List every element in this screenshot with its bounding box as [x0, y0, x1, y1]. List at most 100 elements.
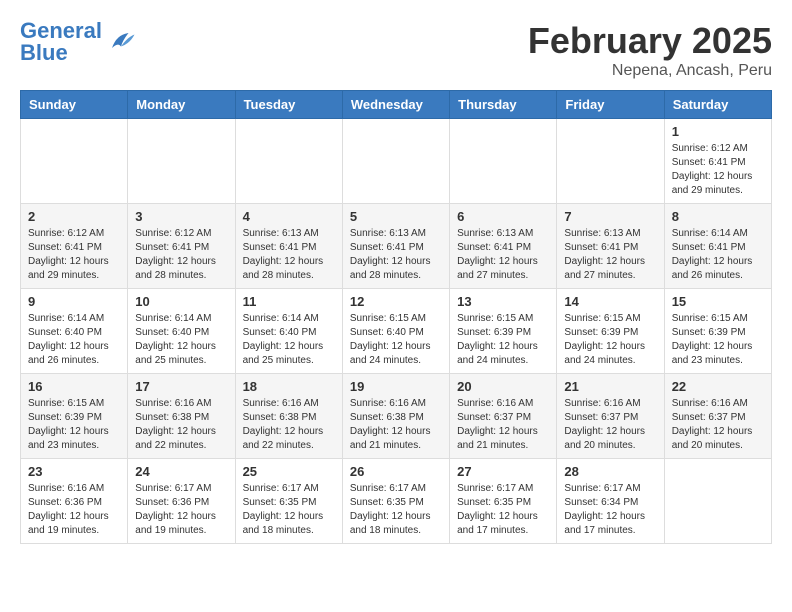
day-info: Sunrise: 6:15 AM Sunset: 6:39 PM Dayligh…: [672, 312, 764, 368]
day-number: 4: [243, 209, 335, 224]
day-number: 7: [564, 209, 656, 224]
day-number: 16: [28, 379, 120, 394]
day-info: Sunrise: 6:16 AM Sunset: 6:37 PM Dayligh…: [564, 397, 656, 453]
day-number: 25: [243, 464, 335, 479]
day-number: 24: [135, 464, 227, 479]
col-tuesday: Tuesday: [235, 91, 342, 119]
day-number: 15: [672, 294, 764, 309]
table-row: 15 Sunrise: 6:15 AM Sunset: 6:39 PM Dayli…: [664, 289, 771, 374]
day-info: Sunrise: 6:15 AM Sunset: 6:39 PM Dayligh…: [564, 312, 656, 368]
day-number: 17: [135, 379, 227, 394]
logo-blue: Blue: [20, 40, 68, 65]
day-info: Sunrise: 6:15 AM Sunset: 6:40 PM Dayligh…: [350, 312, 442, 368]
calendar-table: Sunday Monday Tuesday Wednesday Thursday…: [20, 90, 772, 544]
table-row: 22Sunrise: 6:16 AM Sunset: 6:37 PM Dayli…: [664, 374, 771, 459]
day-number: 9: [28, 294, 120, 309]
calendar-week-3: 9 Sunrise: 6:14 AM Sunset: 6:40 PM Daylig…: [21, 289, 772, 374]
table-row: 19 Sunrise: 6:16 AM Sunset: 6:38 PM Dayli…: [342, 374, 449, 459]
day-info: Sunrise: 6:13 AM Sunset: 6:41 PM Dayligh…: [350, 227, 442, 283]
day-number: 8: [672, 209, 764, 224]
day-info: Sunrise: 6:17 AM Sunset: 6:35 PM Dayligh…: [350, 482, 442, 538]
table-row: 14Sunrise: 6:15 AM Sunset: 6:39 PM Dayli…: [557, 289, 664, 374]
col-saturday: Saturday: [664, 91, 771, 119]
day-number: 1: [672, 124, 764, 139]
day-info: Sunrise: 6:17 AM Sunset: 6:35 PM Dayligh…: [243, 482, 335, 538]
col-friday: Friday: [557, 91, 664, 119]
day-number: 18: [243, 379, 335, 394]
day-info: Sunrise: 6:16 AM Sunset: 6:38 PM Dayligh…: [350, 397, 442, 453]
table-row: 25 Sunrise: 6:17 AM Sunset: 6:35 PM Dayli…: [235, 459, 342, 544]
day-number: 2: [28, 209, 120, 224]
table-row: 2Sunrise: 6:12 AM Sunset: 6:41 PM Daylig…: [21, 204, 128, 289]
title-block: February 2025 Nepena, Ancash, Peru: [528, 20, 772, 80]
day-number: 12: [350, 294, 442, 309]
day-number: 3: [135, 209, 227, 224]
table-row: 1 Sunrise: 6:12 AM Sunset: 6:41 PM Daylig…: [664, 119, 771, 204]
day-info: Sunrise: 6:17 AM Sunset: 6:35 PM Dayligh…: [457, 482, 549, 538]
day-number: 26: [350, 464, 442, 479]
table-row: 3 Sunrise: 6:12 AM Sunset: 6:41 PM Daylig…: [128, 204, 235, 289]
day-number: 27: [457, 464, 549, 479]
table-row: 11Sunrise: 6:14 AM Sunset: 6:40 PM Dayli…: [235, 289, 342, 374]
day-info: Sunrise: 6:13 AM Sunset: 6:41 PM Dayligh…: [457, 227, 549, 283]
day-info: Sunrise: 6:12 AM Sunset: 6:41 PM Dayligh…: [672, 142, 764, 198]
table-row: 28Sunrise: 6:17 AM Sunset: 6:34 PM Dayli…: [557, 459, 664, 544]
table-row: 20Sunrise: 6:16 AM Sunset: 6:37 PM Dayli…: [450, 374, 557, 459]
col-sunday: Sunday: [21, 91, 128, 119]
day-info: Sunrise: 6:16 AM Sunset: 6:38 PM Dayligh…: [243, 397, 335, 453]
day-info: Sunrise: 6:15 AM Sunset: 6:39 PM Dayligh…: [28, 397, 120, 453]
day-info: Sunrise: 6:14 AM Sunset: 6:40 PM Dayligh…: [243, 312, 335, 368]
day-info: Sunrise: 6:16 AM Sunset: 6:37 PM Dayligh…: [457, 397, 549, 453]
month-title: February 2025: [528, 20, 772, 62]
day-info: Sunrise: 6:12 AM Sunset: 6:41 PM Dayligh…: [135, 227, 227, 283]
table-row: [557, 119, 664, 204]
day-number: 21: [564, 379, 656, 394]
table-row: 7 Sunrise: 6:13 AM Sunset: 6:41 PM Daylig…: [557, 204, 664, 289]
day-info: Sunrise: 6:13 AM Sunset: 6:41 PM Dayligh…: [564, 227, 656, 283]
table-row: 27 Sunrise: 6:17 AM Sunset: 6:35 PM Dayli…: [450, 459, 557, 544]
table-row: [21, 119, 128, 204]
table-row: [450, 119, 557, 204]
table-row: 8Sunrise: 6:14 AM Sunset: 6:41 PM Daylig…: [664, 204, 771, 289]
table-row: 23 Sunrise: 6:16 AM Sunset: 6:36 PM Dayli…: [21, 459, 128, 544]
calendar-week-4: 16 Sunrise: 6:15 AM Sunset: 6:39 PM Dayli…: [21, 374, 772, 459]
col-wednesday: Wednesday: [342, 91, 449, 119]
day-number: 6: [457, 209, 549, 224]
day-number: 13: [457, 294, 549, 309]
col-thursday: Thursday: [450, 91, 557, 119]
day-info: Sunrise: 6:14 AM Sunset: 6:40 PM Dayligh…: [28, 312, 120, 368]
day-info: Sunrise: 6:16 AM Sunset: 6:37 PM Dayligh…: [672, 397, 764, 453]
table-row: 5 Sunrise: 6:13 AM Sunset: 6:41 PM Daylig…: [342, 204, 449, 289]
day-info: Sunrise: 6:16 AM Sunset: 6:36 PM Dayligh…: [28, 482, 120, 538]
logo: General Blue: [20, 20, 136, 64]
table-row: 21 Sunrise: 6:16 AM Sunset: 6:37 PM Dayli…: [557, 374, 664, 459]
table-row: 26 Sunrise: 6:17 AM Sunset: 6:35 PM Dayli…: [342, 459, 449, 544]
col-monday: Monday: [128, 91, 235, 119]
day-number: 5: [350, 209, 442, 224]
table-row: 18 Sunrise: 6:16 AM Sunset: 6:38 PM Dayli…: [235, 374, 342, 459]
logo-text: General Blue: [20, 20, 102, 64]
table-row: 17 Sunrise: 6:16 AM Sunset: 6:38 PM Dayli…: [128, 374, 235, 459]
calendar-week-1: 1 Sunrise: 6:12 AM Sunset: 6:41 PM Daylig…: [21, 119, 772, 204]
day-info: Sunrise: 6:15 AM Sunset: 6:39 PM Dayligh…: [457, 312, 549, 368]
table-row: 13 Sunrise: 6:15 AM Sunset: 6:39 PM Dayli…: [450, 289, 557, 374]
day-info: Sunrise: 6:17 AM Sunset: 6:34 PM Dayligh…: [564, 482, 656, 538]
day-info: Sunrise: 6:17 AM Sunset: 6:36 PM Dayligh…: [135, 482, 227, 538]
day-number: 10: [135, 294, 227, 309]
calendar-week-5: 23 Sunrise: 6:16 AM Sunset: 6:36 PM Dayli…: [21, 459, 772, 544]
table-row: 12 Sunrise: 6:15 AM Sunset: 6:40 PM Dayli…: [342, 289, 449, 374]
table-row: [342, 119, 449, 204]
logo-bird-icon: [106, 27, 136, 57]
calendar-header-row: Sunday Monday Tuesday Wednesday Thursday…: [21, 91, 772, 119]
page-header: General Blue February 2025 Nepena, Ancas…: [20, 20, 772, 80]
table-row: 9 Sunrise: 6:14 AM Sunset: 6:40 PM Daylig…: [21, 289, 128, 374]
day-number: 23: [28, 464, 120, 479]
calendar-week-2: 2 Sunrise: 6:12 AM Sunset: 6:41 PM Daylig…: [21, 204, 772, 289]
day-number: 19: [350, 379, 442, 394]
table-row: [235, 119, 342, 204]
table-row: [128, 119, 235, 204]
table-row: 10Sunrise: 6:14 AM Sunset: 6:40 PM Dayli…: [128, 289, 235, 374]
table-row: 4Sunrise: 6:13 AM Sunset: 6:41 PM Daylig…: [235, 204, 342, 289]
table-row: 24 Sunrise: 6:17 AM Sunset: 6:36 PM Dayli…: [128, 459, 235, 544]
day-info: Sunrise: 6:16 AM Sunset: 6:38 PM Dayligh…: [135, 397, 227, 453]
